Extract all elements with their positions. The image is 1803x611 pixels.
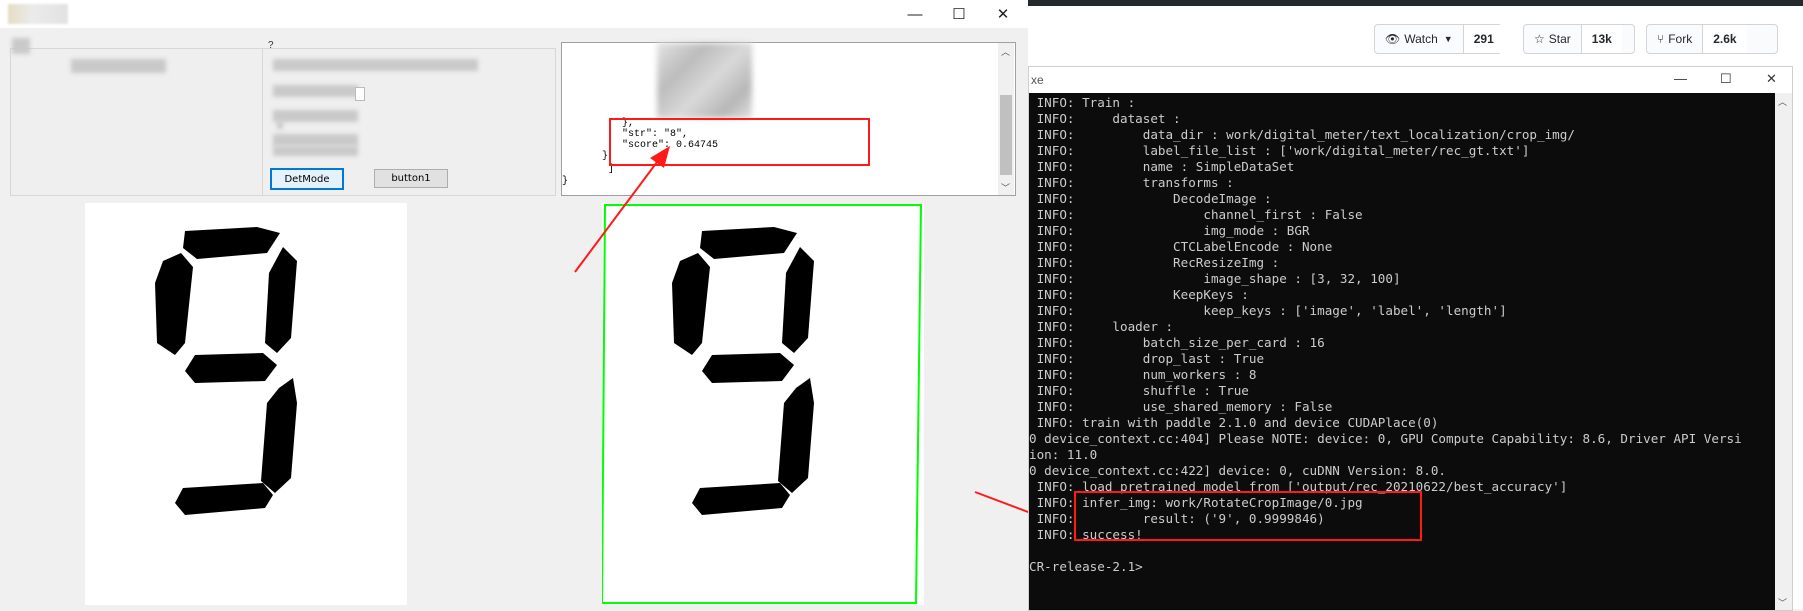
console-title-bar: xe — ☐ ✕ bbox=[1029, 67, 1792, 93]
caret-down-icon: ▼ bbox=[1443, 34, 1453, 44]
console-line: INFO: shuffle : True bbox=[1029, 383, 1249, 398]
fork-count[interactable]: 2.6k bbox=[1702, 25, 1747, 53]
star-button[interactable]: ☆ Star 13k bbox=[1523, 24, 1635, 54]
console-line: INFO: train with paddle 2.1.0 and device… bbox=[1029, 415, 1439, 430]
watch-button[interactable]: 👁 Watch ▼ 291 bbox=[1374, 24, 1504, 54]
arrowhead bbox=[650, 146, 670, 168]
fork-icon: ⑂ bbox=[1657, 32, 1665, 46]
console-title: xe bbox=[1031, 73, 1044, 87]
watch-count[interactable]: 291 bbox=[1462, 25, 1504, 53]
console-line: 0 device_context.cc:422] device: 0, cuDN… bbox=[1029, 463, 1447, 478]
fork-button[interactable]: ⑂ Fork 2.6k bbox=[1646, 24, 1778, 54]
console-line: INFO: channel_first : False bbox=[1029, 207, 1363, 222]
console-line: INFO: transforms : bbox=[1029, 175, 1234, 190]
github-header bbox=[1028, 0, 1803, 6]
console-line: INFO: label_file_list : ['work/digital_m… bbox=[1029, 143, 1530, 158]
console-line: INFO: name : SimpleDataSet bbox=[1029, 159, 1295, 174]
console-line: 0 device_context.cc:404] Please NOTE: de… bbox=[1029, 431, 1742, 446]
console-line: ion: 11.0 bbox=[1029, 447, 1098, 462]
console-line: INFO: use_shared_memory : False bbox=[1029, 399, 1333, 414]
console-line: INFO: CTCLabelEncode : None bbox=[1029, 239, 1333, 254]
star-label: Star bbox=[1548, 32, 1571, 46]
console-line: INFO: num_workers : 8 bbox=[1029, 367, 1257, 382]
console-line: INFO: drop_last : True bbox=[1029, 351, 1265, 366]
watch-label: Watch bbox=[1404, 32, 1438, 46]
fork-action[interactable]: ⑂ Fork bbox=[1647, 25, 1702, 53]
arrow-to-json bbox=[574, 157, 661, 273]
console-line: INFO: batch_size_per_card : 16 bbox=[1029, 335, 1325, 350]
console-line: INFO: DecodeImage : bbox=[1029, 191, 1272, 206]
console-line: INFO: Train : bbox=[1029, 95, 1136, 110]
eye-icon: 👁 bbox=[1385, 32, 1401, 46]
console-line: INFO: data_dir : work/digital_meter/text… bbox=[1029, 127, 1575, 142]
console-line: INFO: loader : bbox=[1029, 319, 1174, 334]
console-line: INFO: dataset : bbox=[1029, 111, 1181, 126]
console-line: CR-release-2.1> bbox=[1029, 559, 1143, 574]
console-close-button[interactable]: ✕ bbox=[1766, 71, 1777, 87]
fork-label: Fork bbox=[1668, 32, 1693, 46]
console-maximize-button[interactable]: ☐ bbox=[1720, 71, 1732, 87]
star-icon: ☆ bbox=[1534, 32, 1545, 46]
annotation-box bbox=[1074, 491, 1422, 541]
console-scrollbar[interactable]: ︿ ﹀ bbox=[1775, 93, 1792, 610]
watch-action[interactable]: 👁 Watch ▼ bbox=[1375, 25, 1463, 53]
console-output[interactable]: INFO: Train : INFO: dataset : INFO: data… bbox=[1029, 93, 1775, 610]
star-count[interactable]: 13k bbox=[1580, 25, 1622, 53]
console-minimize-button[interactable]: — bbox=[1674, 71, 1687, 86]
console-window: xe — ☐ ✕ INFO: Train : INFO: dataset : I… bbox=[1028, 66, 1793, 611]
console-line: INFO: RecResizeImg : bbox=[1029, 255, 1280, 270]
console-line: INFO: KeepKeys : bbox=[1029, 287, 1249, 302]
scroll-down-icon[interactable]: ﹀ bbox=[1778, 596, 1787, 609]
console-line: INFO: keep_keys : ['image', 'label', 'le… bbox=[1029, 303, 1507, 318]
scroll-up-icon[interactable]: ︿ bbox=[1778, 95, 1787, 108]
star-action[interactable]: ☆ Star bbox=[1524, 25, 1581, 53]
console-line: INFO: img_mode : BGR bbox=[1029, 223, 1310, 238]
console-line: INFO: image_shape : [3, 32, 100] bbox=[1029, 271, 1401, 286]
